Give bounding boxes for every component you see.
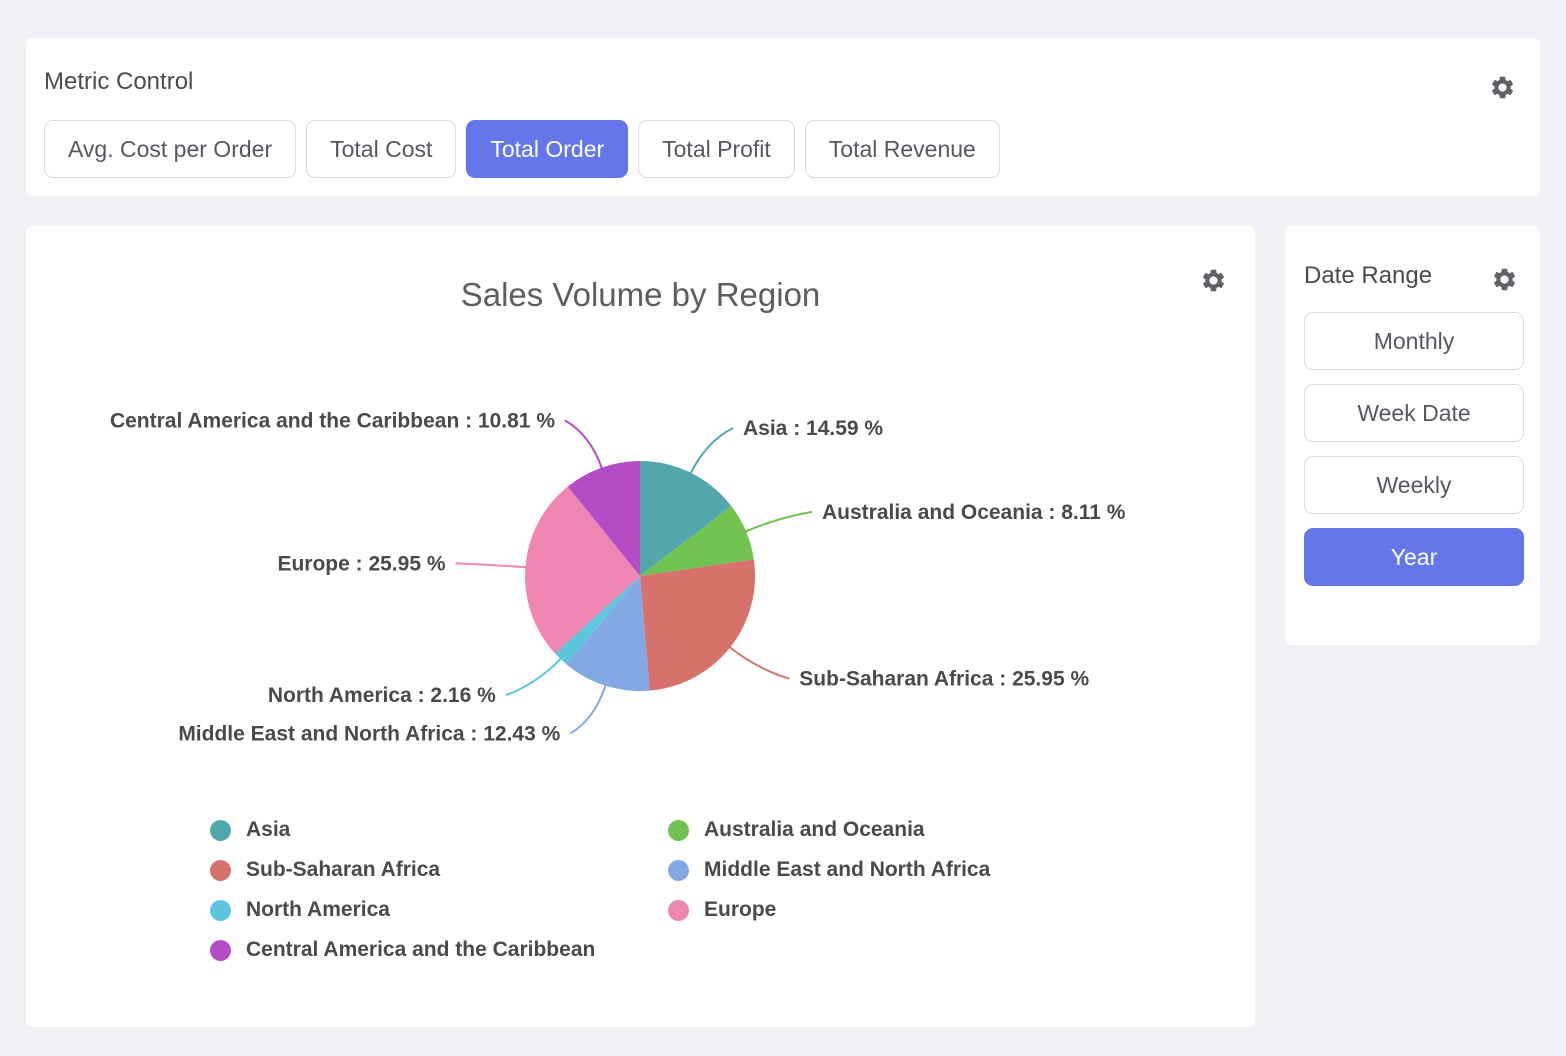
- pie-slice-label: Middle East and North Africa : 12.43 %: [178, 722, 560, 745]
- metric-button-total-revenue[interactable]: Total Revenue: [805, 120, 1000, 178]
- metric-button-total-cost[interactable]: Total Cost: [306, 120, 456, 178]
- pie-label-leader-line: [690, 428, 733, 474]
- legend-swatch-icon: [668, 900, 689, 921]
- pie-slice-label: Australia and Oceania : 8.11 %: [822, 501, 1126, 524]
- legend-item-middle-east-and-north-africa[interactable]: Middle East and North Africa: [668, 858, 990, 882]
- legend-label: Middle East and North Africa: [704, 858, 990, 882]
- pie-slice-label: North America : 2.16 %: [268, 684, 496, 707]
- gear-glyph: [1491, 266, 1518, 293]
- settings-gear-icon[interactable]: [1491, 266, 1518, 293]
- legend-swatch-icon: [210, 860, 231, 881]
- metric-button-total-order[interactable]: Total Order: [466, 120, 628, 178]
- legend-item-australia-and-oceania[interactable]: Australia and Oceania: [668, 818, 990, 842]
- date-range-title: Date Range: [1304, 262, 1432, 290]
- pie-slice-label: Sub-Saharan Africa : 25.95 %: [799, 668, 1089, 691]
- pie-label-leader-line: [456, 563, 527, 567]
- metric-button-avg-cost-per-order[interactable]: Avg. Cost per Order: [44, 120, 296, 178]
- legend-item-asia[interactable]: Asia: [210, 818, 668, 842]
- pie-label-leader-line: [506, 658, 561, 695]
- settings-gear-icon[interactable]: [1489, 74, 1516, 101]
- legend-label: Europe: [704, 898, 776, 922]
- legend-item-sub-saharan-africa[interactable]: Sub-Saharan Africa: [210, 858, 668, 882]
- pie-slice-sub-saharan-africa[interactable]: [640, 559, 755, 690]
- pie-slice-label: Central America and the Caribbean : 10.8…: [110, 409, 555, 432]
- legend-item-europe[interactable]: Europe: [668, 898, 990, 922]
- date-range-button-week-date[interactable]: Week Date: [1304, 384, 1524, 442]
- metric-control-title: Metric Control: [44, 68, 193, 96]
- pie-label-leader-line: [570, 685, 605, 734]
- legend-swatch-icon: [668, 820, 689, 841]
- legend-swatch-icon: [210, 820, 231, 841]
- pie-label-leader-line: [565, 420, 602, 468]
- date-range-button-monthly[interactable]: Monthly: [1304, 312, 1524, 370]
- legend-swatch-icon: [210, 900, 231, 921]
- legend-label: Sub-Saharan Africa: [246, 858, 440, 882]
- sales-volume-chart-panel: Sales Volume by Region Asia : 14.59 % Aus…: [26, 226, 1255, 1027]
- gear-glyph: [1489, 74, 1516, 101]
- pie-label-leader-line: [729, 647, 789, 679]
- legend-swatch-icon: [668, 860, 689, 881]
- chart-title: Sales Volume by Region: [26, 276, 1255, 314]
- metric-button-total-profit[interactable]: Total Profit: [638, 120, 795, 178]
- legend-item-north-america[interactable]: North America: [210, 898, 668, 922]
- legend-label: North America: [246, 898, 390, 922]
- date-range-button-year[interactable]: Year: [1304, 528, 1524, 586]
- date-range-button-group: Monthly Week Date Weekly Year: [1304, 312, 1524, 586]
- legend-item-central-america-and-the-caribbean[interactable]: Central America and the Caribbean: [210, 938, 668, 962]
- pie-label-leader-line: [745, 512, 812, 532]
- date-range-panel: Date Range Monthly Week Date Weekly Year: [1285, 226, 1540, 645]
- pie-chart[interactable]: Asia : 14.59 % Australia and Oceania : 8.…: [26, 326, 1255, 806]
- legend-swatch-icon: [210, 940, 231, 961]
- date-range-button-weekly[interactable]: Weekly: [1304, 456, 1524, 514]
- settings-gear-icon[interactable]: [1200, 267, 1227, 294]
- metric-control-panel: Metric Control Avg. Cost per OrderTotal …: [26, 38, 1540, 196]
- pie-slice-label: Asia : 14.59 %: [743, 417, 883, 440]
- legend-label: Asia: [246, 818, 290, 842]
- chart-legend: Asia Australia and Oceania Sub-Saharan Afr…: [210, 818, 990, 962]
- gear-glyph: [1200, 267, 1227, 294]
- metric-button-group: Avg. Cost per OrderTotal CostTotal Order…: [44, 120, 1000, 178]
- pie-slice-label: Europe : 25.95 %: [277, 552, 445, 575]
- legend-label: Australia and Oceania: [704, 818, 925, 842]
- legend-label: Central America and the Caribbean: [246, 938, 595, 962]
